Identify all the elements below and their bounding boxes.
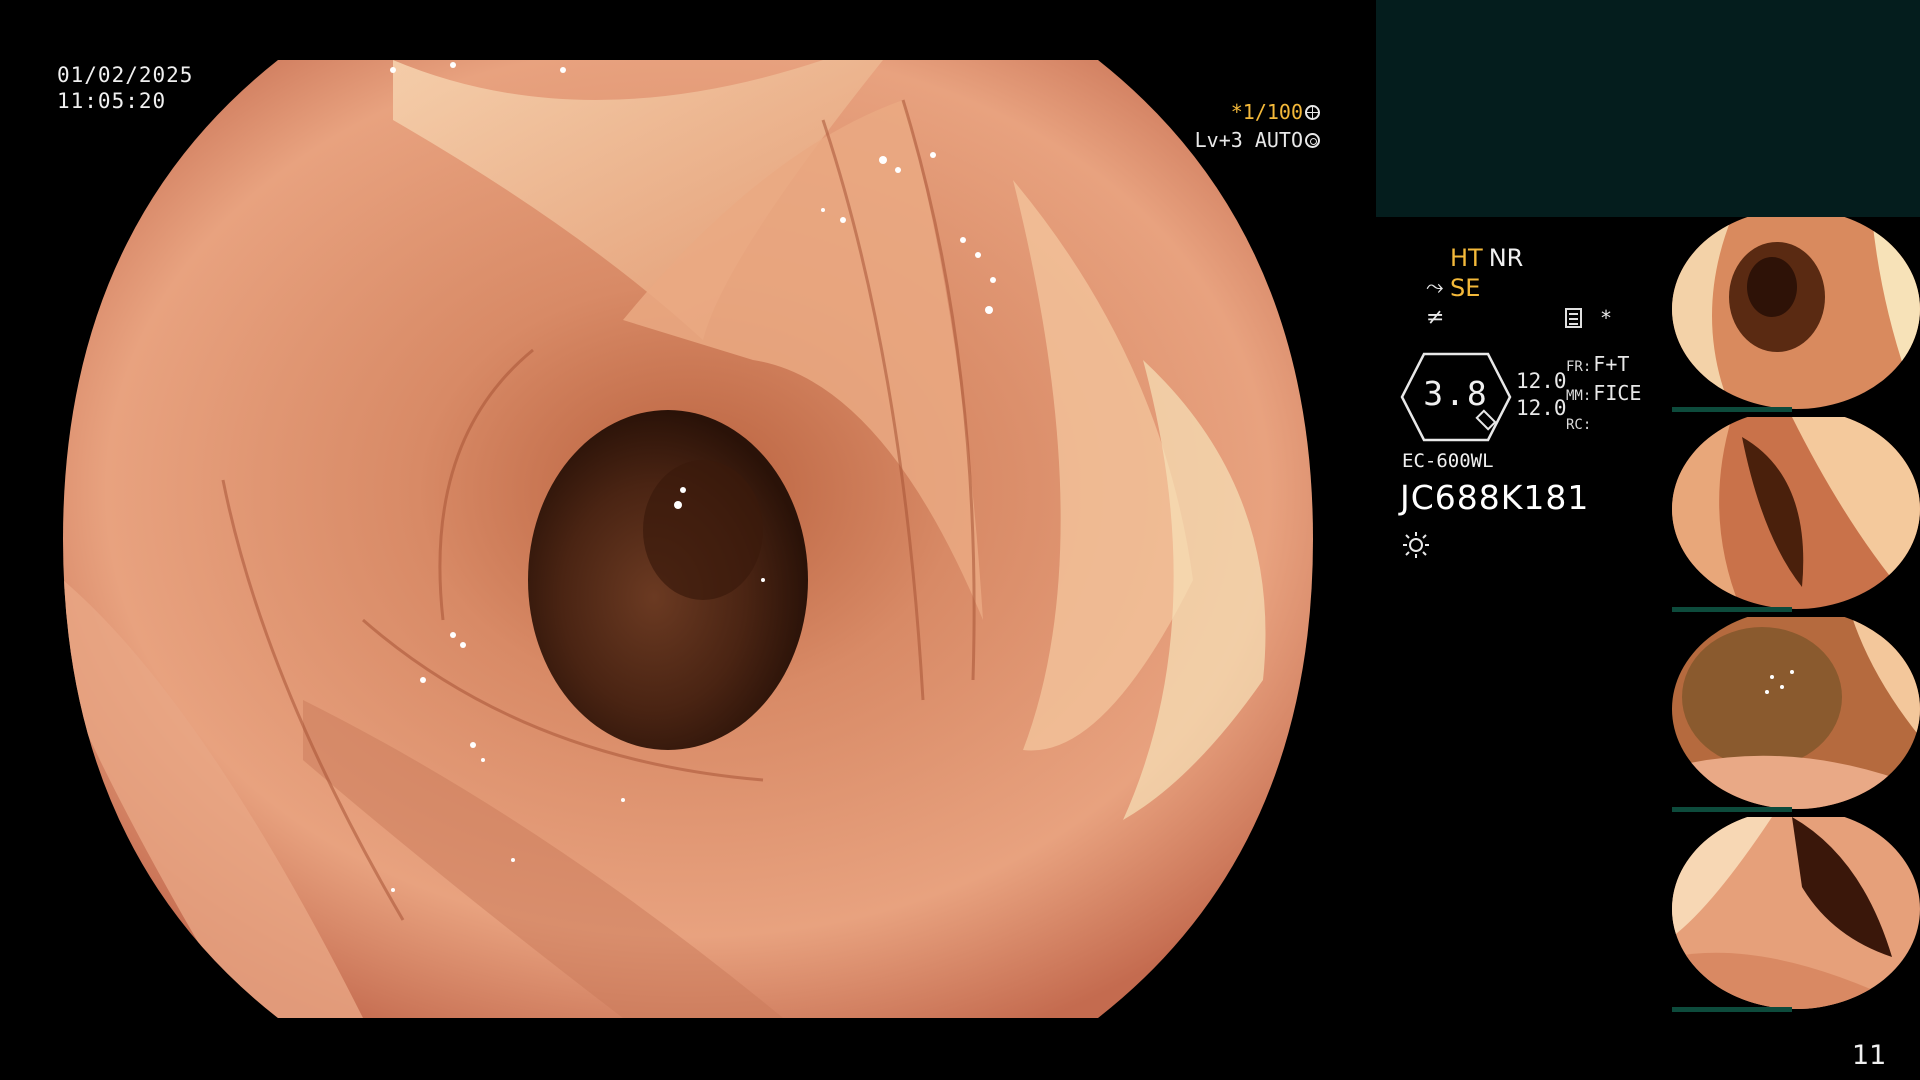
fr-value: F+T [1593, 352, 1630, 376]
mm-key: MM: [1566, 388, 1592, 404]
asterisk-marker: * [1600, 306, 1613, 330]
freeze-icon: ≠ [1426, 305, 1445, 330]
date-text: 01/02/2025 [57, 63, 194, 87]
mode-indicators: HT NR ⤳ SE ≠ [1426, 243, 1523, 333]
level-b: 12.0 [1516, 396, 1567, 420]
level-a: 12.0 [1516, 369, 1567, 393]
scope-model: EC-600WL [1402, 450, 1494, 472]
info-panel-header [1376, 0, 1920, 217]
shutter-wheel-icon [1305, 104, 1320, 120]
record-icon [1565, 308, 1582, 328]
nr-indicator: NR [1488, 244, 1524, 272]
capture-thumbnail-1[interactable] [1672, 217, 1920, 412]
thumbnail-bar [1672, 807, 1792, 812]
level-values: 12.0 12.0 [1516, 368, 1567, 422]
brightness-icon [1403, 532, 1429, 558]
rc-key: RC: [1566, 417, 1592, 433]
scissor-icon: ⤳ [1426, 275, 1444, 300]
thumbnail-bar [1672, 1007, 1792, 1012]
page-number: 11 [1852, 1040, 1887, 1071]
zoom-value: 3.8 [1423, 374, 1489, 413]
fr-key: FR: [1566, 359, 1592, 375]
exposure-status: *1/100 Lv+3 AUTO [1190, 98, 1320, 154]
mm-value: FICE [1593, 381, 1642, 405]
thumbnail-bar [1672, 407, 1792, 412]
se-indicator: SE [1450, 274, 1481, 302]
shutter-speed: *1/100 [1230, 100, 1303, 124]
capture-thumbnail-2[interactable] [1672, 417, 1920, 612]
panel-icons: * [1565, 306, 1612, 330]
datetime: 01/02/2025 11:05:20 [57, 62, 193, 114]
endoscope-view [63, 60, 1313, 1018]
capture-thumbnail-4[interactable] [1672, 817, 1920, 1012]
brightness-level: Lv+3 AUTO [1194, 128, 1303, 152]
scope-serial: JC688K181 [1400, 478, 1590, 517]
capture-thumbnail-3[interactable] [1672, 617, 1920, 812]
ht-indicator: HT [1450, 244, 1483, 272]
gear-icon [1305, 132, 1320, 148]
time-text: 11:05:20 [57, 89, 167, 113]
thumbnail-bar [1672, 607, 1792, 612]
processing-codes: FR: F+T MM: FICE RC: [1566, 351, 1641, 438]
zoom-badge: 3.8 [1400, 352, 1512, 442]
